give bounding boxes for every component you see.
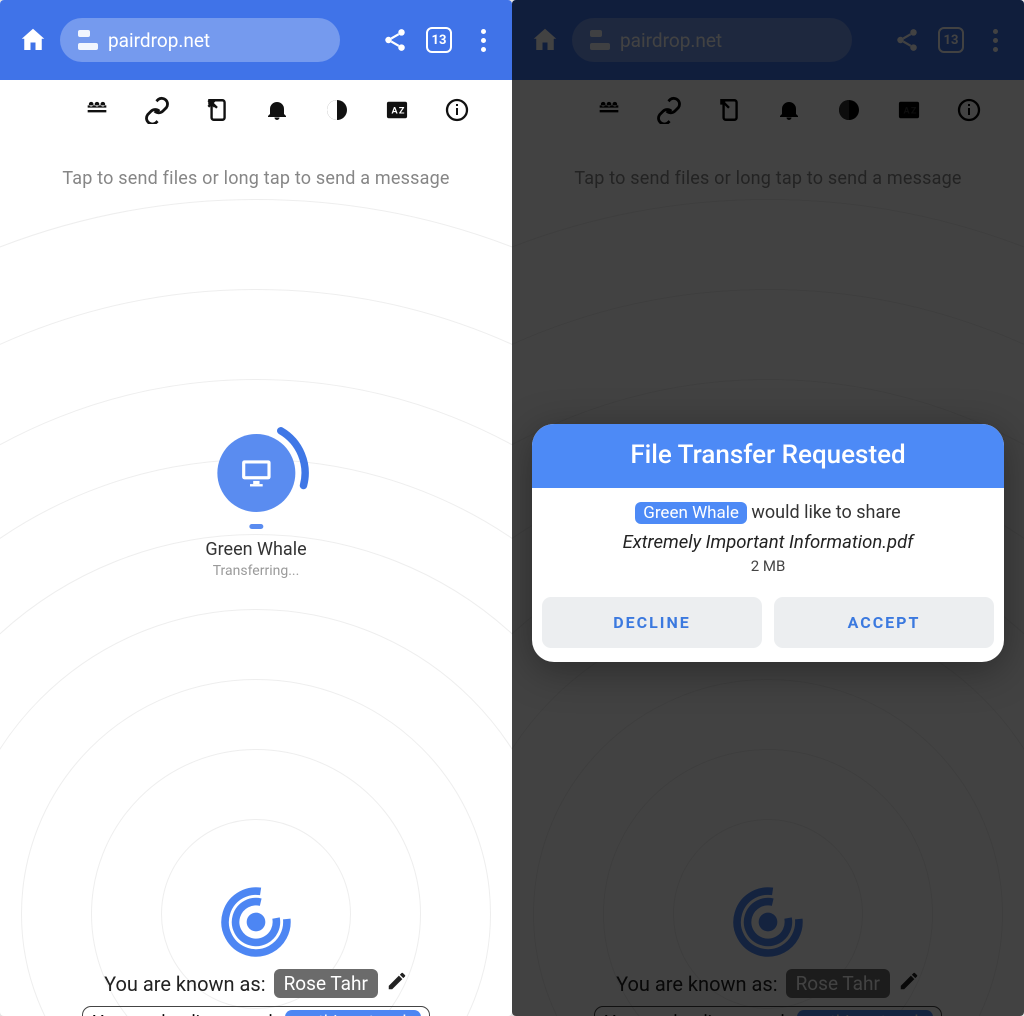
browser-toolbar: pairdrop.net 13 (0, 0, 512, 80)
screenshot-left: pairdrop.net 13 AZ (0, 0, 512, 1016)
theme-toggle-icon[interactable] (322, 95, 352, 125)
app-toolbar: AZ (0, 80, 512, 140)
notifications-icon[interactable] (262, 95, 292, 125)
file-transfer-dialog: File Transfer Requested Green Whale woul… (532, 424, 1004, 662)
rooms-icon[interactable] (82, 95, 112, 125)
home-icon[interactable] (16, 25, 50, 55)
tab-count-icon[interactable]: 13 (422, 27, 456, 53)
svg-text:A: A (392, 107, 399, 117)
dialog-share-text: would like to share (747, 502, 901, 523)
display-name[interactable]: Rose Tahr (274, 969, 378, 998)
peer-device[interactable]: Green Whale Transferring... (205, 428, 306, 579)
pairdrop-logo-icon (221, 887, 291, 957)
install-pwa-icon[interactable] (202, 95, 232, 125)
dialog-sender: Green Whale (635, 502, 747, 524)
discovery-chip[interactable]: You can be discovered: on this network (82, 1006, 430, 1016)
dialog-filesize: 2 MB (552, 557, 984, 575)
svg-text:Z: Z (399, 107, 405, 117)
site-settings-icon[interactable] (78, 30, 98, 50)
discovery-scope: on this network (285, 1010, 421, 1016)
footer: You are known as: Rose Tahr You can be d… (0, 887, 512, 1016)
peer-desktop-icon (217, 434, 295, 512)
share-icon[interactable] (378, 27, 412, 53)
instruction-text: Tap to send files or long tap to send a … (0, 168, 512, 189)
about-icon[interactable] (442, 95, 472, 125)
screenshot-right: pairdrop.net 13 AZ Tap to send files or … (512, 0, 1024, 1016)
overflow-menu-icon[interactable] (466, 29, 500, 52)
dialog-filename: Extremely Important Information.pdf (552, 531, 984, 553)
accept-button[interactable]: ACCEPT (774, 597, 994, 648)
peer-status: Transferring... (205, 563, 306, 579)
edit-name-icon[interactable] (386, 970, 408, 997)
decline-button[interactable]: DECLINE (542, 597, 762, 648)
peer-name: Green Whale (205, 539, 306, 560)
language-icon[interactable]: AZ (382, 95, 412, 125)
discovery-label: You can be discovered: (93, 1012, 277, 1016)
known-as-label: You are known as: (104, 972, 265, 996)
dialog-title: File Transfer Requested (532, 424, 1004, 488)
url-bar[interactable]: pairdrop.net (60, 18, 340, 62)
pair-link-icon[interactable] (142, 95, 172, 125)
url-text: pairdrop.net (108, 29, 210, 52)
main-area: Tap to send files or long tap to send a … (0, 168, 512, 1016)
